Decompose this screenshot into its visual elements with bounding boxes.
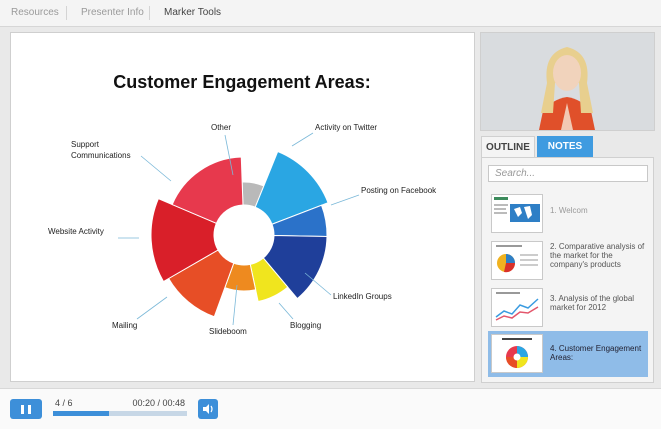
segment-label: Website Activity	[48, 227, 104, 236]
progress-bar[interactable]	[53, 411, 187, 416]
time-display: 00:20 / 00:48	[132, 398, 185, 408]
top-tab-bar: Resources Presenter Info Marker Tools	[0, 0, 661, 27]
outline-item-label: 2. Comparative analysis of the market fo…	[550, 242, 645, 269]
pause-button[interactable]	[10, 399, 42, 419]
presenter-video	[481, 33, 654, 130]
outline-item-selected[interactable]: 4. Customer Engagement Areas:	[488, 331, 648, 377]
tab-divider	[149, 6, 150, 20]
slide-title: Customer Engagement Areas:	[113, 72, 370, 92]
segment-label: Blogging	[290, 321, 321, 330]
outline-item-label: 1. Welcom	[550, 206, 588, 215]
tab-outline[interactable]: OUTLINE	[481, 136, 535, 158]
speaker-icon	[203, 404, 213, 414]
outline-item[interactable]: 1. Welcom	[488, 191, 648, 237]
label-leader-line	[330, 194, 360, 206]
tab-divider	[66, 6, 67, 20]
segment-label: Mailing	[112, 321, 137, 330]
sidebar: OUTLINE NOTES Search... 1. Welcom 2. Com…	[481, 136, 654, 383]
engagement-chart: Customer Engagement Areas: Other Activity…	[48, 72, 437, 336]
player-bar: 4 / 6 00:20 / 00:48	[0, 388, 661, 429]
tab-resources[interactable]: Resources	[11, 7, 59, 18]
search-input[interactable]: Search...	[488, 165, 648, 182]
outline-item-label: 3. Analysis of the global market for 201…	[550, 294, 635, 312]
label-leader-line	[136, 296, 168, 320]
segment-label: Activity on Twitter	[315, 123, 377, 132]
sidebar-tabs: OUTLINE NOTES	[481, 136, 654, 158]
slide-thumbnail	[491, 334, 543, 373]
progress-fill	[53, 411, 110, 416]
label-leader-line	[140, 155, 172, 182]
label-leader-line	[291, 132, 314, 147]
segment-label: Support Communications	[71, 140, 131, 160]
slide-thumbnail	[491, 241, 543, 280]
tab-presenter-info[interactable]: Presenter Info	[81, 7, 144, 18]
outline-item[interactable]: 2. Comparative analysis of the market fo…	[488, 238, 648, 284]
segment-label: Posting on Facebook	[361, 186, 437, 195]
segment-label: Slideboom	[209, 327, 247, 336]
slide-thumbnail	[491, 194, 543, 233]
presenter-image	[481, 33, 654, 130]
chart-center-hole	[214, 205, 274, 265]
volume-button[interactable]	[198, 399, 218, 419]
outline-panel: Search... 1. Welcom 2. Comparative analy…	[481, 157, 654, 383]
segment-label: Other	[211, 123, 231, 132]
slide-thumbnail	[491, 288, 543, 327]
label-leader-line	[232, 284, 238, 326]
outline-item[interactable]: 3. Analysis of the global market for 201…	[488, 285, 648, 331]
outline-item-label: 4. Customer Engagement Areas:	[550, 344, 642, 362]
slide-stage: Customer Engagement Areas: Other Activity…	[11, 33, 474, 381]
tab-marker-tools[interactable]: Marker Tools	[164, 7, 221, 18]
label-leader-line	[278, 302, 294, 320]
segment-label: LinkedIn Groups	[333, 292, 392, 301]
slide-counter: 4 / 6	[55, 398, 73, 408]
tab-notes[interactable]: NOTES	[537, 136, 593, 158]
